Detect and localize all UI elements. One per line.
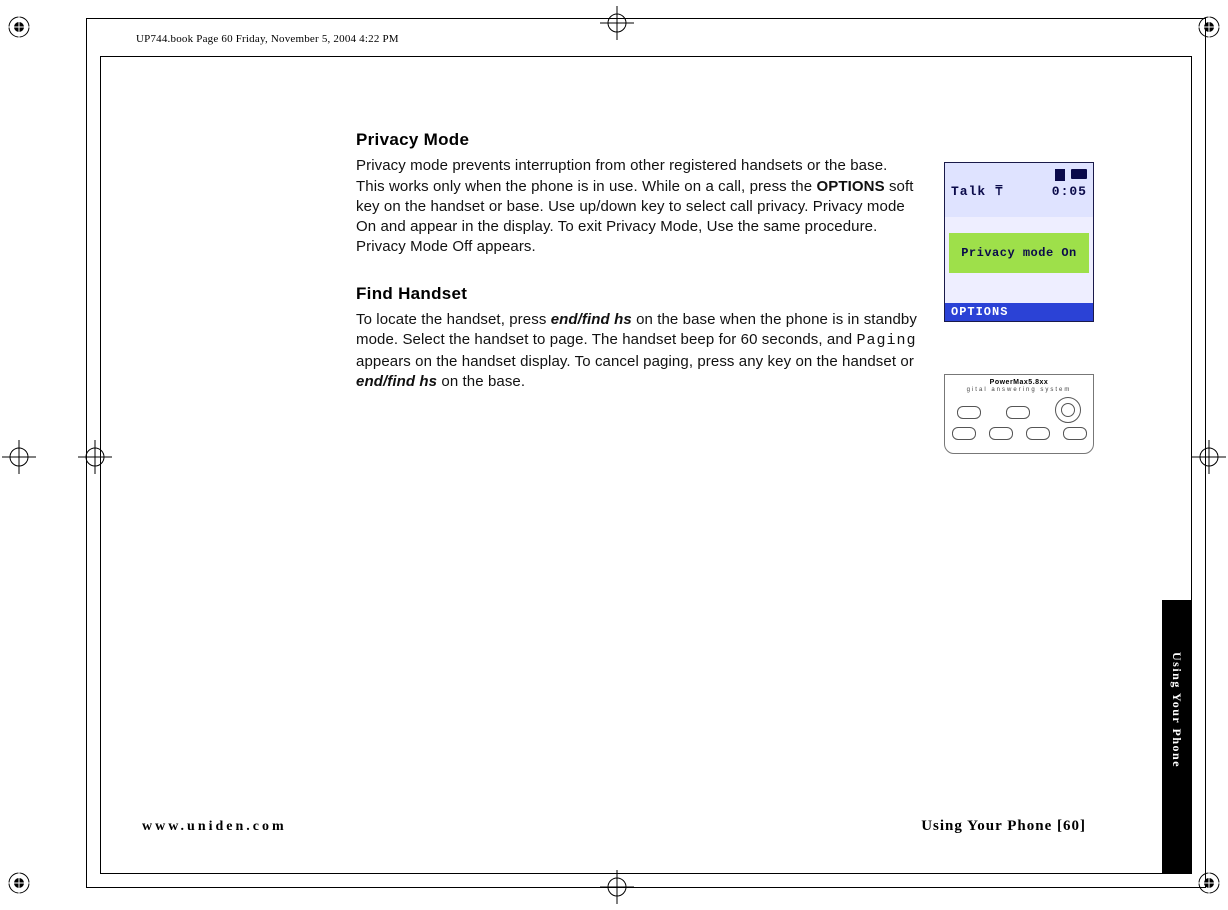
base-unit-illustration: PowerMax5.8xx gital answering system bbox=[944, 374, 1094, 454]
section-tab-label: Using Your Phone bbox=[1171, 652, 1183, 768]
lcd-message-area: Privacy mode On bbox=[949, 233, 1089, 273]
handset-lcd-illustration: Talk ⍑ 0:05 Privacy mode On OPTIONS bbox=[944, 162, 1094, 322]
antenna-icon: ⍑ bbox=[995, 184, 1004, 199]
footer-url: www.uniden.com bbox=[142, 820, 287, 834]
paragraph-find-handset: To locate the handset, press end/find hs… bbox=[356, 310, 920, 392]
battery-icon bbox=[1071, 169, 1087, 179]
registration-cross-icon bbox=[1192, 440, 1226, 474]
base-button-row bbox=[945, 427, 1093, 440]
text: To locate the handset, press bbox=[356, 311, 551, 328]
section-tab: Using Your Phone bbox=[1162, 600, 1192, 820]
framemaker-header: UP744.book Page 60 Friday, November 5, 2… bbox=[136, 34, 399, 45]
registration-cross-icon bbox=[600, 6, 634, 40]
lcd-call-timer: 0:05 bbox=[1052, 185, 1087, 198]
end-find-hs-key: end/find hs bbox=[356, 373, 437, 390]
base-button bbox=[952, 427, 976, 440]
text: Privacy mode prevents interruption from … bbox=[356, 157, 887, 194]
base-button bbox=[1006, 406, 1030, 419]
registration-cross-icon bbox=[600, 870, 634, 904]
registration-target-icon bbox=[8, 872, 30, 894]
options-key-label: OPTIONS bbox=[816, 178, 884, 195]
base-button bbox=[1063, 427, 1087, 440]
base-button-row bbox=[945, 401, 1093, 423]
base-brand-label: PowerMax5.8xx bbox=[945, 379, 1093, 386]
lcd-talk-label: Talk ⍑ bbox=[951, 185, 1004, 198]
base-dpad-icon bbox=[1055, 397, 1081, 423]
lcd-softkey-bar: OPTIONS bbox=[945, 303, 1093, 321]
registration-target-icon bbox=[8, 16, 30, 38]
paging-display-text: Paging bbox=[857, 332, 917, 349]
lcd-message-text: Privacy mode On bbox=[961, 247, 1077, 259]
registration-cross-icon bbox=[2, 440, 36, 474]
text: on the base. bbox=[437, 373, 525, 390]
text: Talk bbox=[951, 184, 986, 199]
footer-page-reference: Using Your Phone [60] bbox=[921, 819, 1086, 834]
body-content: Privacy Mode Privacy mode prevents inter… bbox=[356, 130, 920, 418]
paragraph-privacy-mode: Privacy mode prevents interruption from … bbox=[356, 156, 920, 257]
end-find-hs-key: end/find hs bbox=[551, 311, 632, 328]
base-button bbox=[989, 427, 1013, 440]
page-root: UP744.book Page 60 Friday, November 5, 2… bbox=[0, 0, 1228, 910]
base-subtitle: gital answering system bbox=[945, 387, 1093, 393]
lcd-status-bar: Talk ⍑ 0:05 bbox=[945, 163, 1093, 217]
registration-target-icon bbox=[1198, 16, 1220, 38]
heading-find-handset: Find Handset bbox=[356, 284, 920, 304]
registration-target-icon bbox=[1198, 872, 1220, 894]
heading-privacy-mode: Privacy Mode bbox=[356, 130, 920, 150]
base-button bbox=[1026, 427, 1050, 440]
privacy-icon bbox=[1055, 169, 1065, 181]
section-tab-padding bbox=[1162, 820, 1192, 874]
base-button bbox=[957, 406, 981, 419]
registration-cross-icon bbox=[78, 440, 112, 474]
text: appears on the handset display. To cance… bbox=[356, 353, 914, 370]
